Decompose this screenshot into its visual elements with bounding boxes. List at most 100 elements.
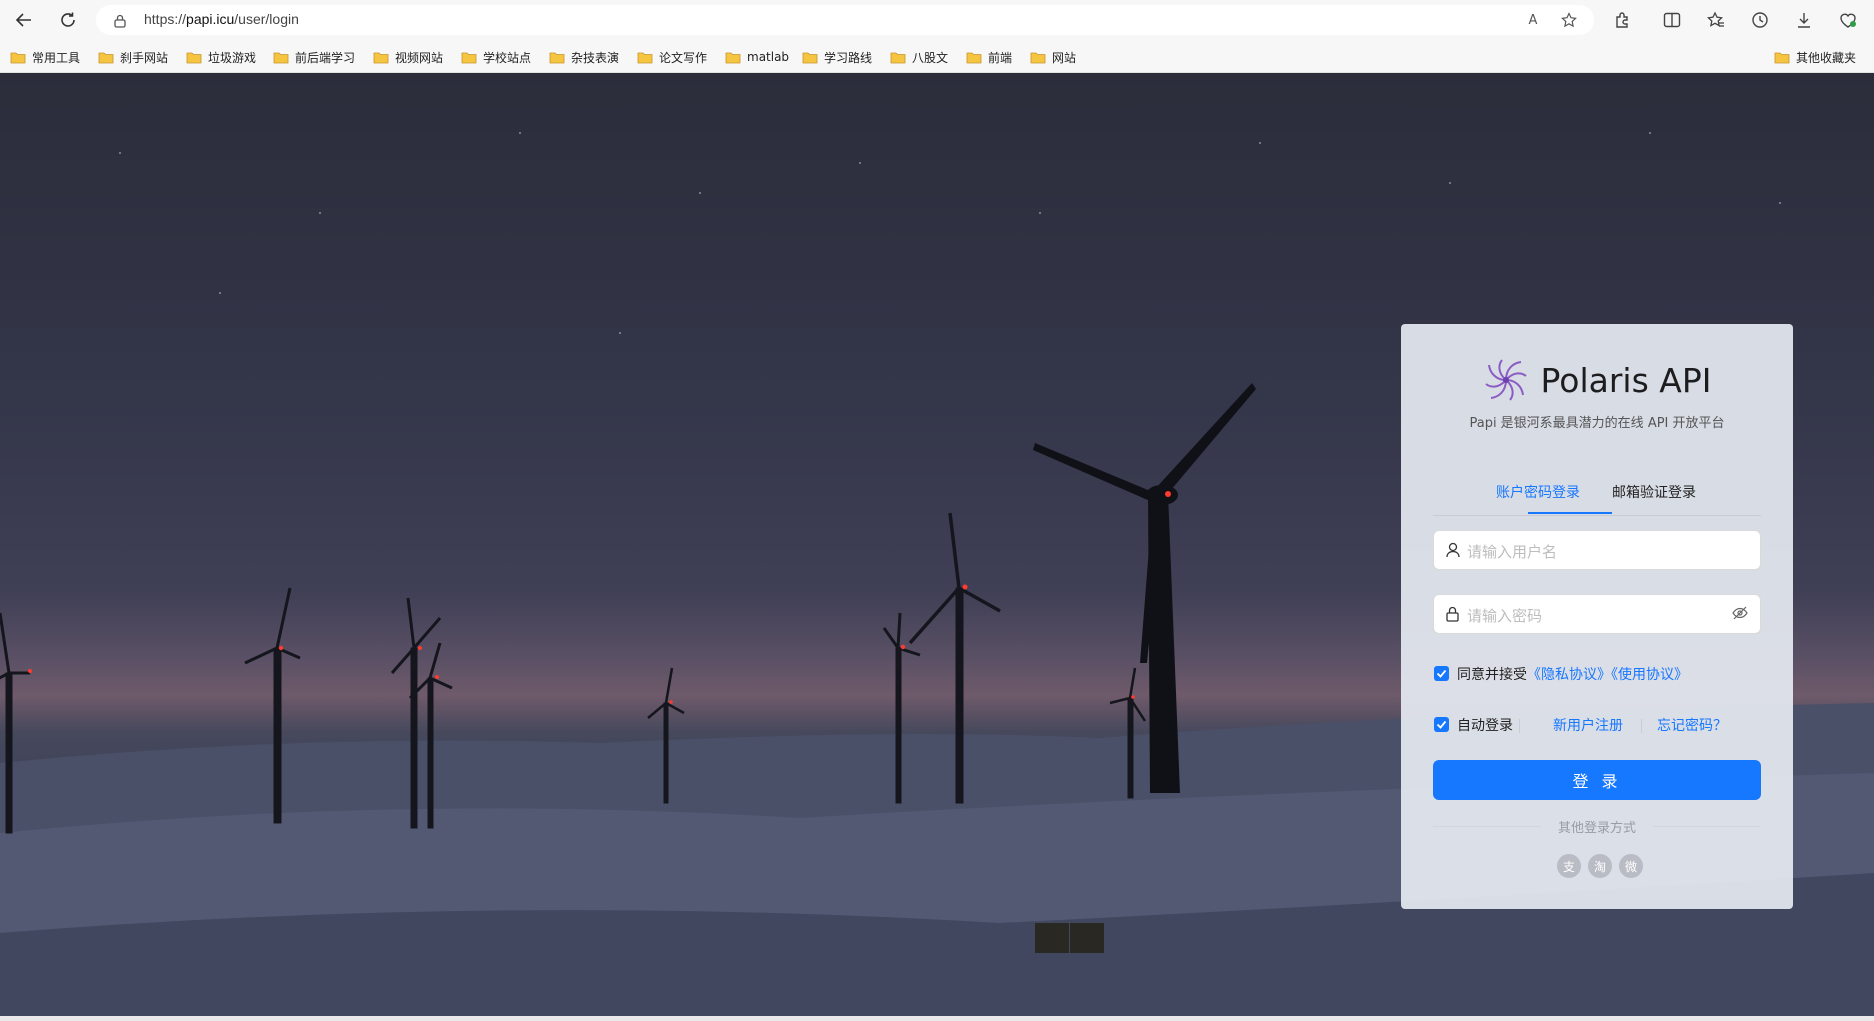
bookmark-folder[interactable]: 常用工具: [10, 47, 80, 67]
user-icon: [1446, 542, 1460, 558]
bookmark-folder[interactable]: matlab: [725, 47, 789, 67]
tab-account-password[interactable]: 账户密码登录: [1496, 482, 1580, 502]
favorite-star-icon[interactable]: [1558, 11, 1580, 29]
bookmark-folder[interactable]: 论文写作: [637, 47, 707, 67]
alipay-glyph: 支: [1562, 859, 1575, 874]
page-viewport: Polaris API Papi 是银河系最具潜力的在线 API 开放平台 账户…: [0, 73, 1874, 1016]
alipay-login-icon[interactable]: 支: [1557, 854, 1581, 878]
bookmark-label: 八股文: [912, 50, 949, 65]
privacy-policy-link[interactable]: 《隐私协议》: [1527, 667, 1611, 683]
folder-icon: [273, 52, 289, 63]
bookmark-label: 视频网站: [395, 50, 444, 65]
bookmark-label: 网站: [1052, 50, 1077, 65]
folder-icon: [549, 52, 565, 63]
auto-login-checkbox[interactable]: [1434, 717, 1449, 732]
bookmark-label: 常用工具: [32, 50, 81, 65]
folder-icon: [1774, 52, 1790, 63]
username-field[interactable]: 请输入用户名: [1433, 530, 1761, 570]
weibo-glyph: 微: [1624, 859, 1637, 874]
bookmark-label: 杂技表演: [571, 50, 620, 65]
login-button[interactable]: 登 录: [1433, 760, 1761, 800]
username-placeholder: 请输入用户名: [1467, 543, 1558, 561]
bookmark-folder[interactable]: 前后端学习: [273, 47, 355, 67]
download-icon[interactable]: [1788, 6, 1820, 34]
other-favorites-label: 其他收藏夹: [1796, 50, 1857, 65]
bookmark-label: matlab: [747, 50, 790, 64]
bookmark-label: 前后端学习: [295, 50, 356, 65]
url-scheme: https://: [144, 11, 187, 27]
bookmark-folder[interactable]: 八股文: [890, 47, 948, 67]
url-host: papi.icu: [186, 11, 235, 27]
auto-login-label: 自动登录: [1457, 718, 1513, 734]
bookmark-folder[interactable]: 杂技表演: [549, 47, 619, 67]
password-placeholder: 请输入密码: [1467, 607, 1543, 625]
browser-essentials-icon[interactable]: [1832, 6, 1864, 34]
tab-email-verification[interactable]: 邮箱验证登录: [1612, 482, 1696, 502]
history-icon[interactable]: [1744, 6, 1776, 34]
favorites-icon[interactable]: [1700, 6, 1732, 34]
folder-icon: [186, 52, 202, 63]
page-bottom-edge: [0, 1016, 1874, 1021]
other-login-methods: 其他登录方式: [1433, 817, 1761, 837]
bookmark-label: 学习路线: [824, 50, 873, 65]
bookmark-label: 论文写作: [659, 50, 708, 65]
read-aloud-label: A: [1528, 12, 1538, 28]
register-link[interactable]: 新用户注册: [1553, 715, 1623, 735]
divider: [1519, 719, 1520, 733]
bookmark-folder[interactable]: 刹手网站: [98, 47, 168, 67]
bookmarks-bar: 常用工具 刹手网站 垃圾游戏 前后端学习 视频网站 学校站点 杂技表演 论文写作…: [0, 40, 1874, 73]
eye-invisible-icon[interactable]: [1732, 606, 1748, 620]
bookmark-folder[interactable]: 前端: [966, 47, 1012, 67]
agree-checkbox[interactable]: [1434, 666, 1449, 681]
address-bar[interactable]: https://papi.icu/user/login A: [96, 5, 1594, 35]
forgot-password-link[interactable]: 忘记密码？: [1657, 715, 1727, 735]
folder-icon: [802, 52, 818, 63]
bookmark-label: 前端: [988, 50, 1013, 65]
login-card: Polaris API Papi 是银河系最具潜力的在线 API 开放平台 账户…: [1401, 324, 1793, 909]
other-favorites-folder[interactable]: 其他收藏夹: [1774, 47, 1856, 67]
extensions-icon[interactable]: [1607, 6, 1639, 34]
bookmark-folder[interactable]: 学习路线: [802, 47, 872, 67]
folder-icon: [373, 52, 389, 63]
split-screen-icon[interactable]: [1656, 6, 1688, 34]
bookmark-folder[interactable]: 垃圾游戏: [186, 47, 256, 67]
folder-icon: [890, 52, 906, 63]
divider: [1641, 719, 1642, 733]
folder-icon: [461, 52, 477, 63]
agree-prefix: 同意并接受: [1457, 667, 1527, 683]
back-icon[interactable]: [8, 6, 40, 34]
url-path: /user/login: [234, 11, 299, 27]
weibo-login-icon[interactable]: 微: [1619, 854, 1643, 878]
login-tabs: 账户密码登录 邮箱验证登录: [1433, 474, 1761, 516]
folder-icon: [725, 52, 741, 63]
folder-icon: [637, 52, 653, 63]
bookmark-label: 刹手网站: [120, 50, 169, 65]
divider-line: [1653, 826, 1761, 827]
read-aloud-icon[interactable]: A: [1522, 11, 1544, 29]
folder-icon: [966, 52, 982, 63]
folder-icon: [1030, 52, 1046, 63]
bookmark-folder[interactable]: 学校站点: [461, 47, 531, 67]
browser-toolbar: https://papi.icu/user/login A: [0, 0, 1874, 40]
lock-icon: [1446, 606, 1459, 622]
url-text: https://papi.icu/user/login: [144, 11, 299, 27]
bookmark-folder[interactable]: 网站: [1030, 47, 1076, 67]
polaris-logo-icon: [1484, 359, 1527, 401]
check-icon: [1436, 669, 1447, 678]
bookmark-label: 垃圾游戏: [208, 50, 257, 65]
brand-header: Polaris API: [1401, 354, 1793, 406]
folder-icon: [98, 52, 114, 63]
bookmark-label: 学校站点: [483, 50, 532, 65]
check-icon: [1436, 720, 1447, 729]
bookmark-folder[interactable]: 视频网站: [373, 47, 443, 67]
folder-icon: [10, 52, 26, 63]
agree-text: 同意并接受《隐私协议》《使用协议》: [1457, 664, 1688, 684]
taobao-glyph: 淘: [1593, 859, 1606, 874]
reload-icon[interactable]: [52, 6, 84, 34]
taobao-login-icon[interactable]: 淘: [1588, 854, 1612, 878]
brand-title: Polaris API: [1540, 360, 1712, 400]
lock-icon: [114, 13, 126, 32]
terms-of-use-link[interactable]: 《使用协议》: [1611, 667, 1688, 683]
active-tab-indicator: [1528, 512, 1612, 514]
password-field[interactable]: 请输入密码: [1433, 594, 1761, 634]
